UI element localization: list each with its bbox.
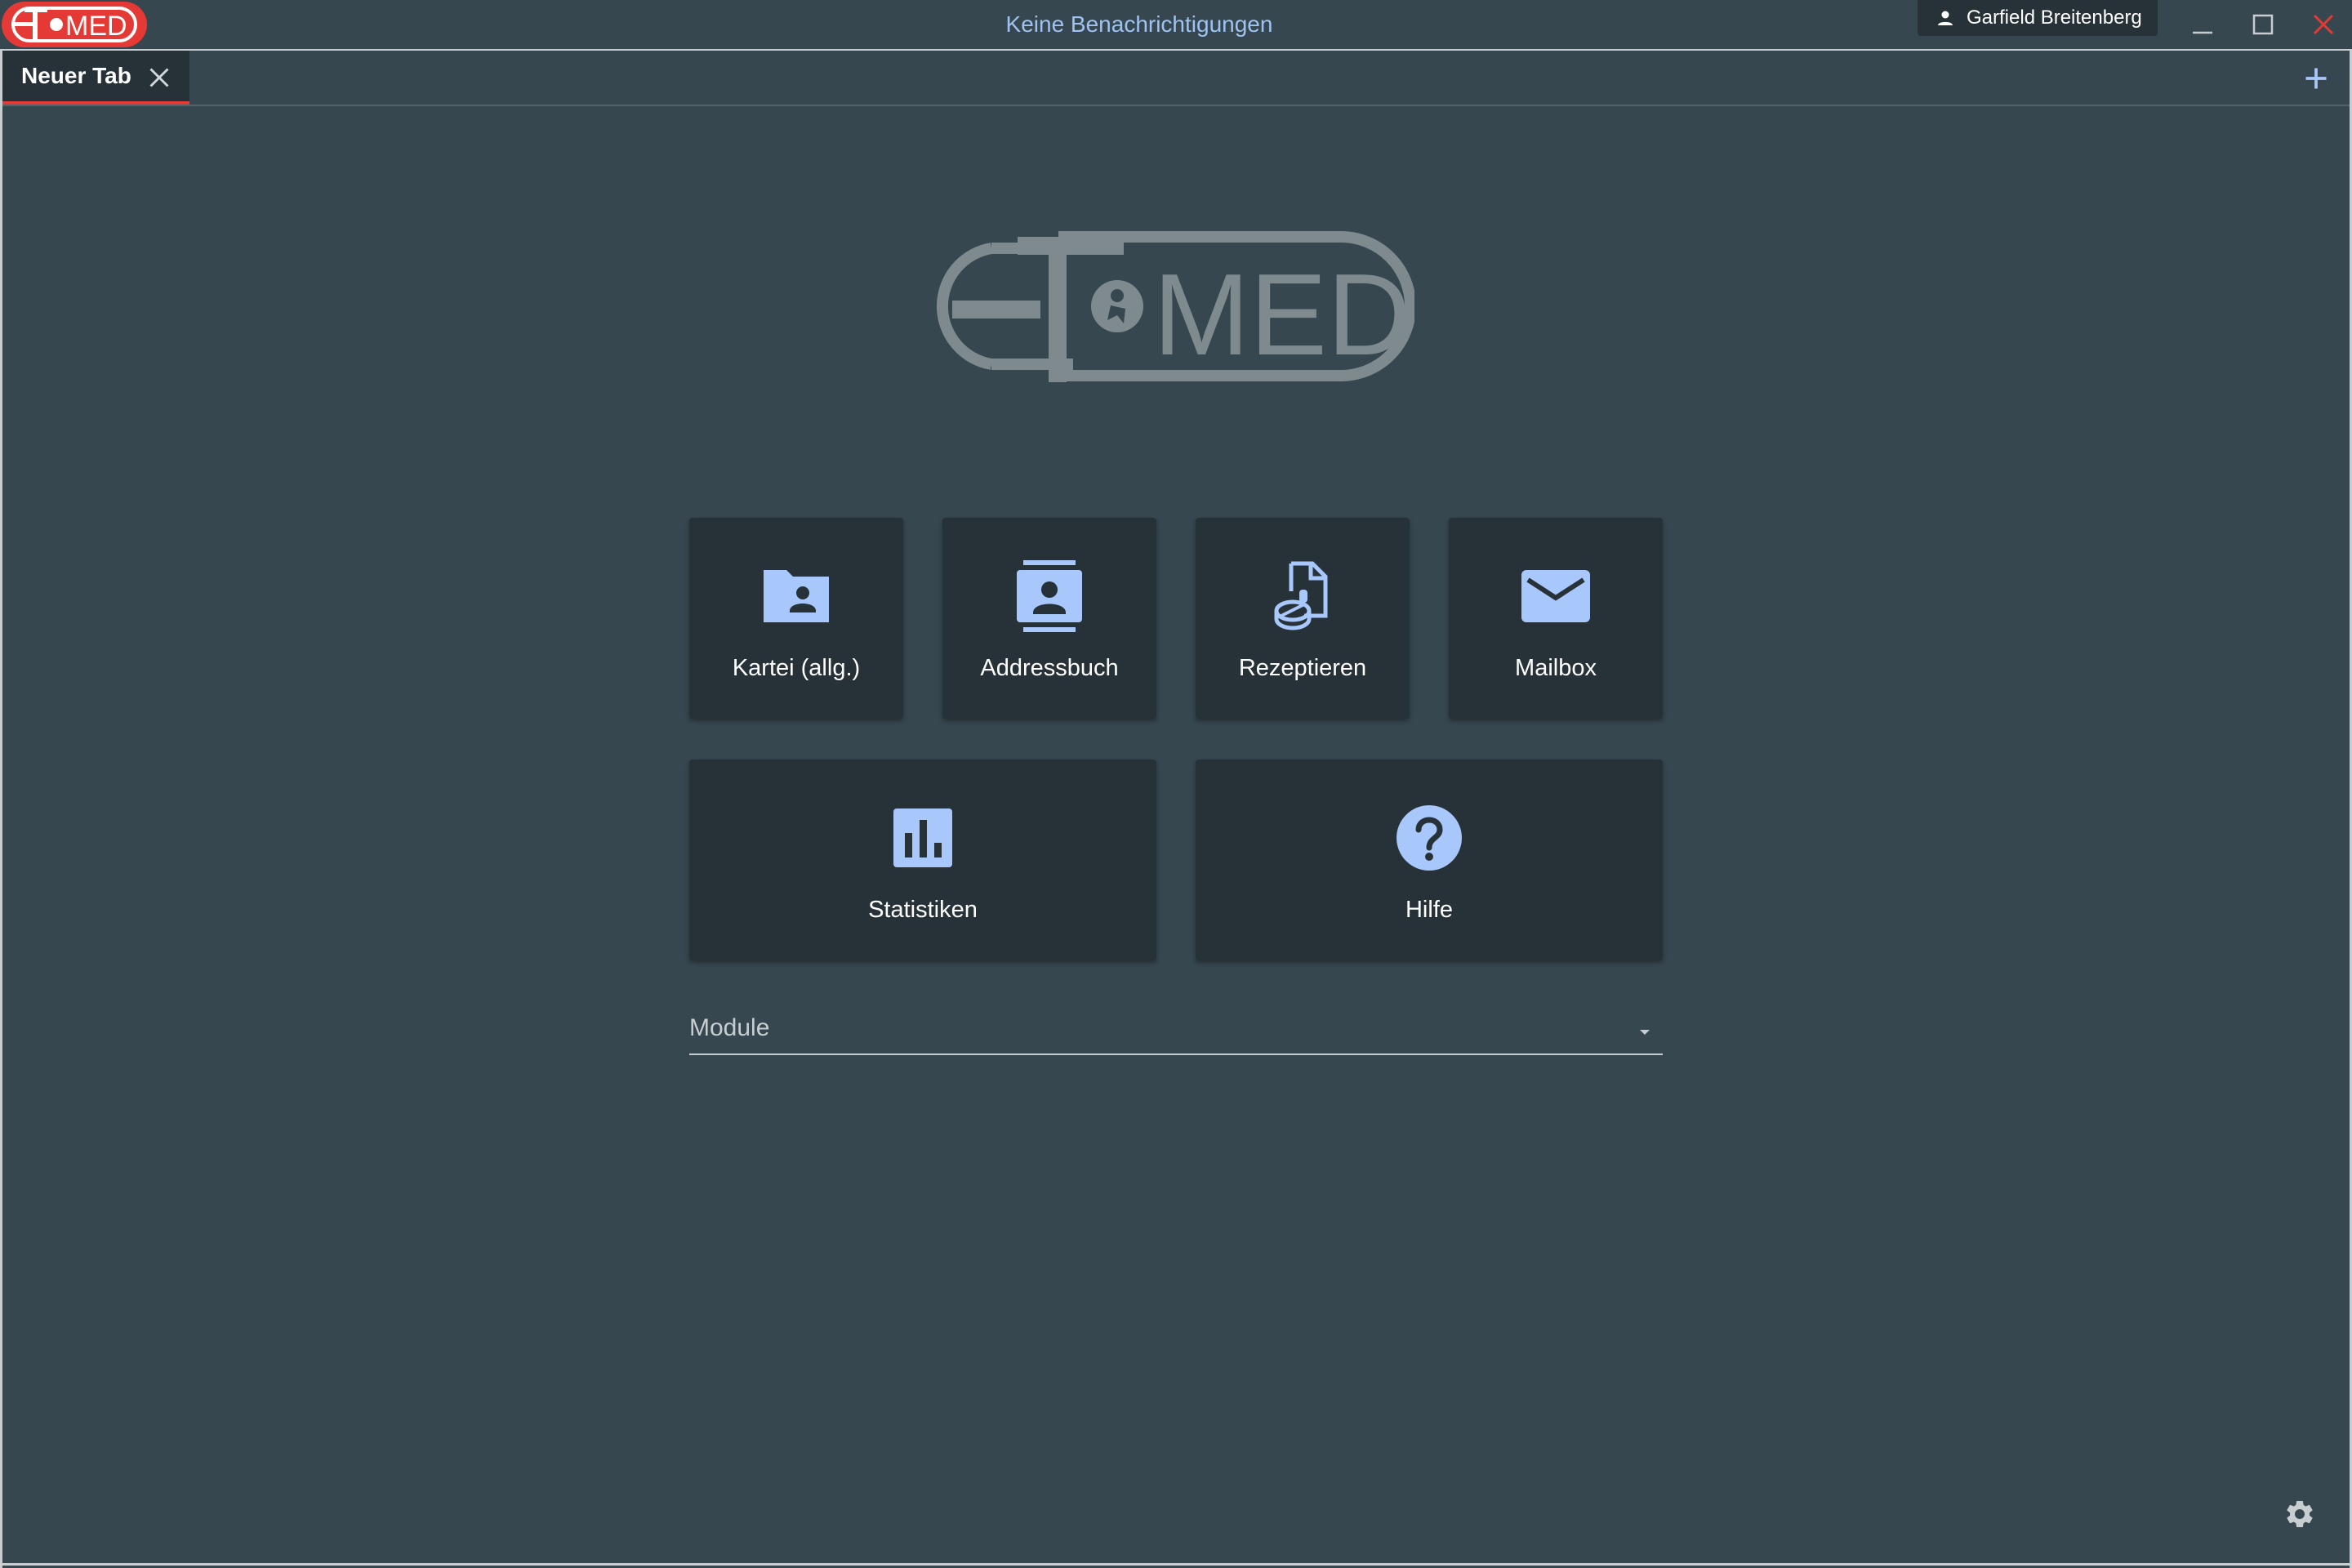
add-tab-button[interactable] [2298,60,2334,96]
brand-logo-text: MED [1153,250,1411,380]
close-icon [149,68,169,87]
rezeptieren-tile[interactable]: Rezeptieren [1196,518,1410,719]
tile-label: Hilfe [1405,897,1453,923]
tab-neuer-tab[interactable]: Neuer Tab [2,51,189,105]
tab-bar: Neuer Tab [0,51,2352,106]
bar-chart-icon [893,808,952,867]
folder-person-icon [764,570,829,622]
statistiken-tile[interactable]: Statistiken [689,760,1156,960]
brand-logo: MED [936,230,1416,382]
gear-icon [2287,1501,2313,1527]
tile-label: Addressbuch [980,655,1119,681]
user-name: Garfield Breitenberg [1967,7,2142,29]
mailbox-tile[interactable]: Mailbox [1449,518,1663,719]
help-circle-icon [1396,805,1462,871]
dropdown-arrow-icon [1640,1030,1650,1035]
minimize-icon [2193,31,2212,34]
tab-label: Neuer Tab [21,63,131,88]
settings-button[interactable] [2282,1496,2318,1532]
tab-close-button[interactable] [145,64,173,91]
close-window-button[interactable] [2301,7,2345,42]
mail-icon [1521,570,1590,622]
kartei-tile[interactable]: Kartei (allg.) [689,518,903,719]
plus-icon [2305,68,2327,89]
user-menu[interactable]: Garfield Breitenberg [1918,0,2158,36]
tile-label: Rezeptieren [1238,655,1367,681]
title-bar: MED Keine Benachrichtigungen Garfield Br… [0,0,2352,51]
maximize-button[interactable] [2241,7,2285,42]
window-border-bottom [0,1563,2352,1566]
contact-card-icon [1017,560,1082,632]
hilfe-tile[interactable]: Hilfe [1196,760,1663,960]
module-select-label: Module [689,1014,770,1041]
close-icon [2313,14,2334,35]
tile-label: Statistiken [868,897,978,923]
window-border-left [0,51,2,1568]
module-select[interactable]: Module [689,1009,1663,1055]
maximize-icon [2252,14,2274,35]
prescription-pill-icon [1274,561,1328,630]
addressbuch-tile[interactable]: Addressbuch [942,518,1156,719]
minimize-button[interactable] [2180,7,2225,42]
person-icon [1938,11,1953,25]
tile-label: Mailbox [1515,655,1597,681]
tile-label: Kartei (allg.) [732,655,861,681]
